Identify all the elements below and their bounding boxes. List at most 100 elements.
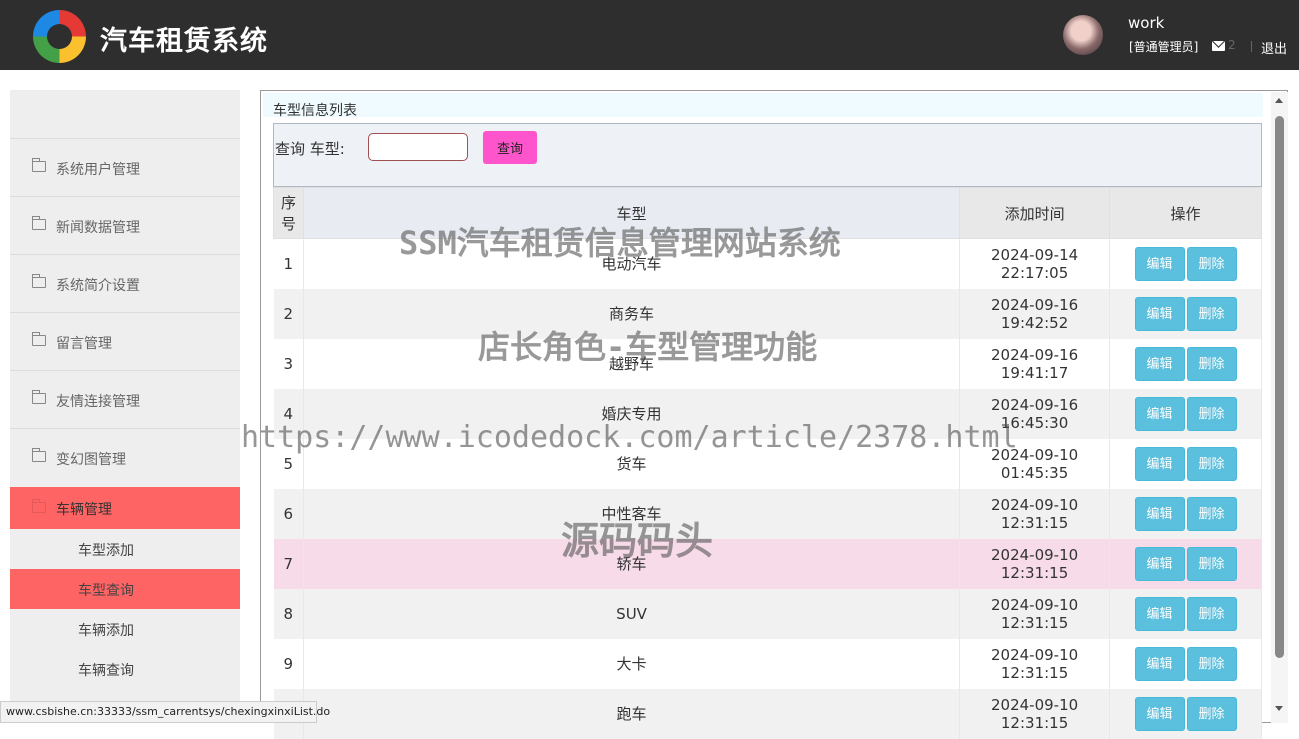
sidebar-item-label: 新闻数据管理 <box>56 220 140 236</box>
edit-button[interactable]: 编辑 <box>1134 246 1185 281</box>
cell-ops: 编辑 删除 <box>1109 588 1262 639</box>
status-bar-url: www.csbishe.cn:33333/ssm_carrentsys/chex… <box>0 701 330 723</box>
vehicle-type-table: 序号 车型 添加时间 操作 1 电动汽车 2024-09-14 22:17:05 编辑… <box>273 187 1262 739</box>
sidebar-item-intro-settings[interactable]: 系统简介设置 <box>10 254 240 312</box>
watermark-url: https://www.icodedock.com/article/2378.h… <box>241 420 1018 455</box>
cell-index: 9 <box>273 638 304 689</box>
cell-time: 2024-09-14 22:17:05 <box>959 238 1111 289</box>
sidebar-item-messages[interactable]: 留言管理 <box>10 312 240 370</box>
edit-button[interactable]: 编辑 <box>1134 446 1185 481</box>
edit-button[interactable]: 编辑 <box>1134 496 1185 531</box>
search-button[interactable]: 查询 <box>483 131 537 164</box>
sidebar: 系统用户管理 新闻数据管理 系统简介设置 留言管理 友情连接管理 变幻图管理 车… <box>10 90 240 723</box>
scroll-thumb[interactable] <box>1275 116 1284 658</box>
cell-time: 2024-09-10 12:31:15 <box>959 488 1111 539</box>
sidebar-item-label: 系统简介设置 <box>56 278 140 294</box>
edit-button[interactable]: 编辑 <box>1134 396 1185 431</box>
cell-time: 2024-09-10 12:31:15 <box>959 638 1111 689</box>
mail-icon[interactable] <box>1212 41 1225 51</box>
sidebar-item-links[interactable]: 友情连接管理 <box>10 370 240 428</box>
delete-button[interactable]: 删除 <box>1186 396 1237 431</box>
table-row: 6 中性客车 2024-09-10 12:31:15 编辑 删除 <box>273 488 1262 539</box>
delete-button[interactable]: 删除 <box>1186 346 1237 381</box>
cell-index: 2 <box>273 288 304 339</box>
delete-button[interactable]: 删除 <box>1186 496 1237 531</box>
folder-icon <box>32 332 46 346</box>
cell-time: 2024-09-16 19:41:17 <box>959 338 1111 389</box>
cell-time: 2024-09-10 12:31:15 <box>959 588 1111 639</box>
sidebar-item-label: 友情连接管理 <box>56 394 140 410</box>
cell-type: SUV <box>303 588 961 639</box>
sidebar-item-label: 车辆管理 <box>56 502 112 518</box>
search-bar: 查询 车型: 查询 <box>273 123 1262 187</box>
scroll-up-icon[interactable] <box>1275 98 1283 103</box>
table-row: 9 大卡 2024-09-10 12:31:15 编辑 删除 <box>273 638 1262 689</box>
user-avatar[interactable] <box>1063 15 1103 55</box>
edit-button[interactable]: 编辑 <box>1134 346 1185 381</box>
folder-icon <box>32 448 46 462</box>
delete-button[interactable]: 删除 <box>1186 596 1237 631</box>
edit-button[interactable]: 编辑 <box>1134 646 1185 681</box>
submenu-item-label: 车辆查询 <box>78 663 134 679</box>
submenu-item-add-vehicle[interactable]: 车辆添加 <box>10 609 240 649</box>
edit-button[interactable]: 编辑 <box>1134 296 1185 331</box>
logout-link[interactable]: 退出 <box>1261 38 1287 57</box>
submenu-item-add-type[interactable]: 车型添加 <box>10 529 240 569</box>
delete-button[interactable]: 删除 <box>1186 446 1237 481</box>
cell-type: 大卡 <box>303 638 961 689</box>
watermark-subtitle: 店长角色-车型管理功能 <box>478 328 818 366</box>
delete-button[interactable]: 删除 <box>1186 296 1237 331</box>
user-role: [普通管理员] <box>1129 40 1199 54</box>
edit-button[interactable]: 编辑 <box>1134 596 1185 631</box>
table-row: 跑车 2024-09-10 12:31:15 编辑 删除 <box>273 688 1262 739</box>
delete-button[interactable]: 删除 <box>1186 646 1237 681</box>
folder-icon <box>32 158 46 172</box>
table-row: 7 轿车 2024-09-10 12:31:15 编辑 删除 <box>273 538 1262 589</box>
cell-index: 3 <box>273 338 304 389</box>
cell-ops: 编辑 删除 <box>1109 288 1262 339</box>
search-input[interactable] <box>368 133 468 161</box>
cell-ops: 编辑 删除 <box>1109 688 1262 739</box>
watermark-brand: 源码码头 <box>561 519 714 563</box>
cell-ops: 编辑 删除 <box>1109 438 1262 489</box>
cell-index: 8 <box>273 588 304 639</box>
header-index: 序号 <box>273 187 304 239</box>
mail-count[interactable]: 2 <box>1228 38 1236 52</box>
submenu-item-query-vehicle[interactable]: 车辆查询 <box>10 649 240 689</box>
edit-button[interactable]: 编辑 <box>1134 696 1185 731</box>
delete-button[interactable]: 删除 <box>1186 546 1237 581</box>
submenu-item-label: 车型查询 <box>78 583 134 599</box>
submenu-item-query-type[interactable]: 车型查询 <box>10 569 240 609</box>
sidebar-item-news-management[interactable]: 新闻数据管理 <box>10 196 240 254</box>
header-divider <box>1251 41 1252 52</box>
top-header: 汽车租赁系统 work [普通管理员] 2 退出 <box>0 0 1299 70</box>
cell-ops: 编辑 删除 <box>1109 638 1262 689</box>
cell-index: 7 <box>273 538 304 589</box>
delete-button[interactable]: 删除 <box>1186 696 1237 731</box>
user-name: work <box>1128 14 1165 32</box>
cell-time: 2024-09-16 19:42:52 <box>959 288 1111 339</box>
vertical-scrollbar[interactable] <box>1271 92 1288 723</box>
cell-index: 6 <box>273 488 304 539</box>
scroll-down-icon[interactable] <box>1275 706 1283 711</box>
cell-time: 2024-09-10 12:31:15 <box>959 538 1111 589</box>
sidebar-item-banners[interactable]: 变幻图管理 <box>10 428 240 486</box>
table-row: 8 SUV 2024-09-10 12:31:15 编辑 删除 <box>273 588 1262 639</box>
app-title: 汽车租赁系统 <box>100 26 268 57</box>
panel-title: 车型信息列表 <box>263 93 1263 119</box>
cell-time: 2024-09-10 12:31:15 <box>959 688 1111 739</box>
edit-button[interactable]: 编辑 <box>1134 546 1185 581</box>
cell-ops: 编辑 删除 <box>1109 338 1262 389</box>
sidebar-item-user-management[interactable]: 系统用户管理 <box>10 138 240 196</box>
folder-icon <box>32 274 46 288</box>
cell-ops: 编辑 删除 <box>1109 488 1262 539</box>
search-label: 查询 车型: <box>275 140 345 158</box>
sidebar-item-vehicle-management[interactable]: 车辆管理 <box>10 487 240 529</box>
header-ops: 操作 <box>1109 187 1262 239</box>
cell-index: 1 <box>273 238 304 289</box>
main-panel: 车型信息列表 查询 车型: 查询 序号 车型 添加时间 操作 1 电动汽车 2024… <box>260 90 1288 739</box>
folder-icon <box>32 390 46 404</box>
header-time: 添加时间 <box>959 187 1111 239</box>
delete-button[interactable]: 删除 <box>1186 246 1237 281</box>
sidebar-item-label: 变幻图管理 <box>56 452 126 468</box>
